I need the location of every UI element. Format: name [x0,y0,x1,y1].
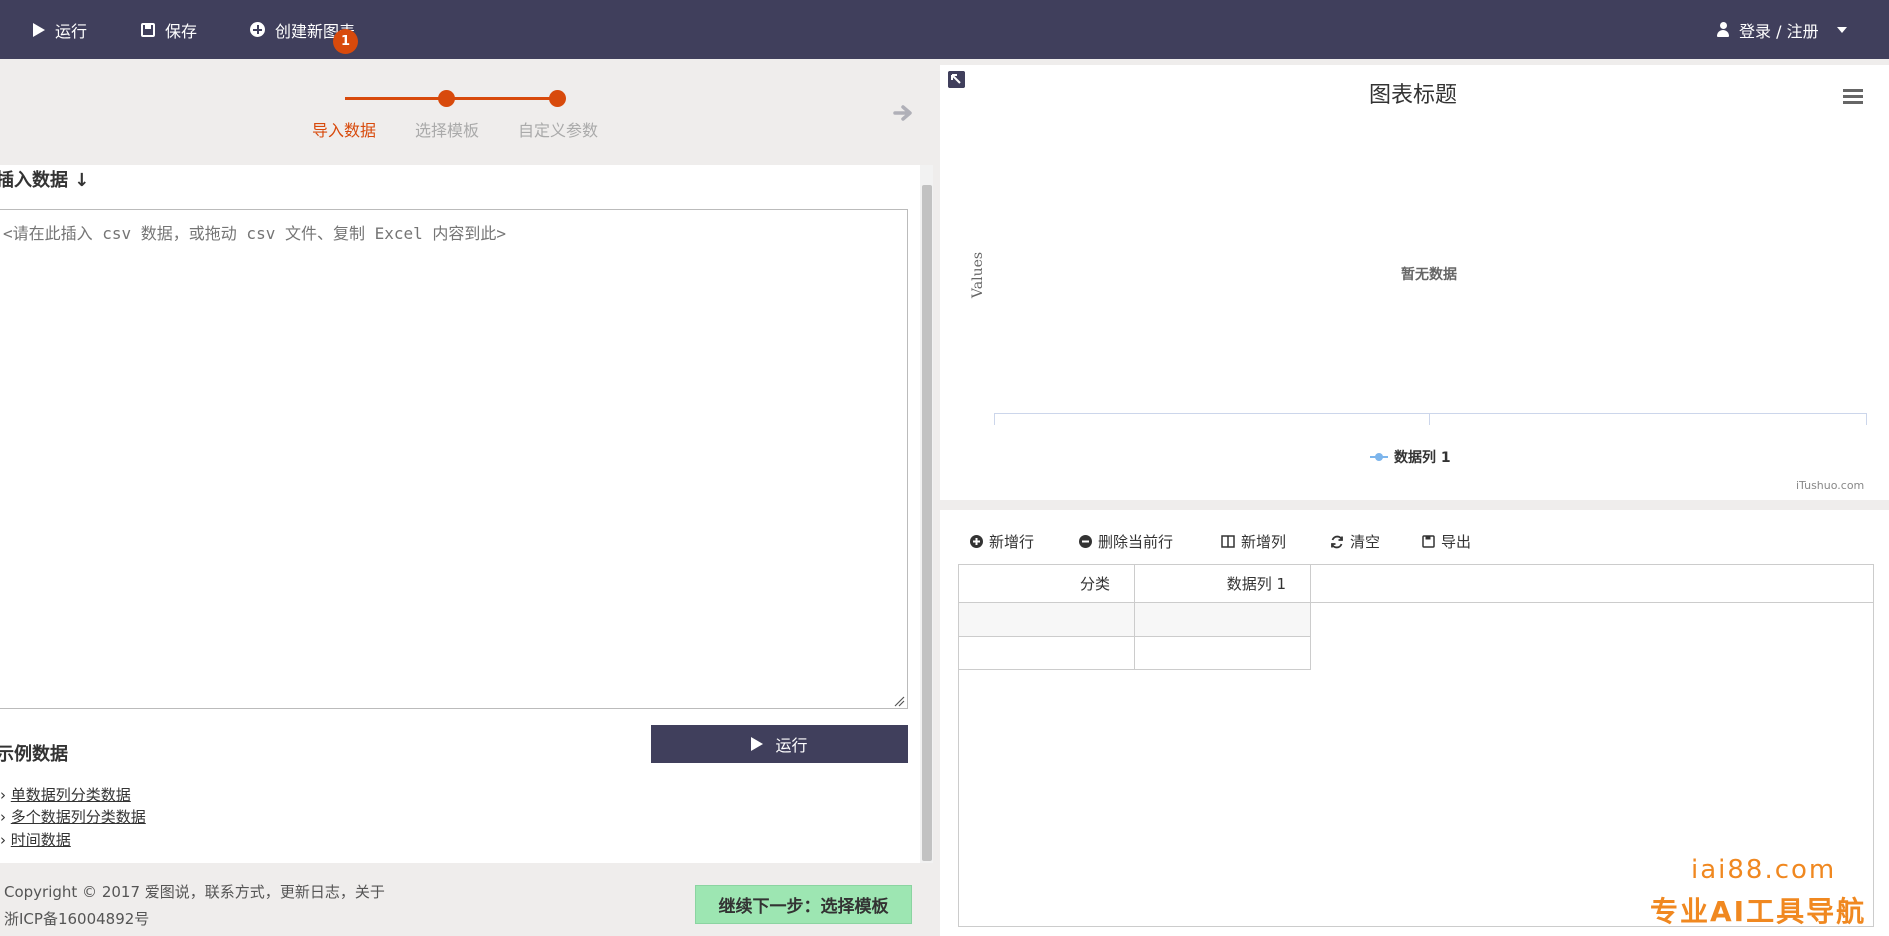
run-menu-label: 运行 [55,21,88,41]
plus-circle-icon [250,22,265,37]
grid-cell[interactable] [1135,603,1311,637]
minus-circle-icon [1079,535,1092,548]
footer-link-about[interactable]: 关于 [355,883,385,901]
import-heading: 插入数据 ↓ [0,170,90,191]
chart-x-axis [994,413,1867,414]
play-icon [33,22,45,37]
chevron-right-icon: › [0,808,11,826]
plus-circle-icon [970,535,983,548]
chart-no-data-message: 暂无数据 [1401,267,1457,283]
samples-heading: 示例数据 [0,744,68,765]
run-menu-button[interactable]: 运行 [33,0,87,59]
scrollbar-thumb[interactable] [922,185,932,861]
chevron-right-icon: › [0,786,11,804]
chart-x-tick [994,413,995,425]
sample-link-single-series[interactable]: › 单数据列分类数据 [0,784,131,805]
grid-cell[interactable] [1135,637,1311,670]
clear-button[interactable]: 清空 [1330,531,1380,552]
sample-link-multi-series[interactable]: › 多个数据列分类数据 [0,806,146,827]
export-button[interactable]: 导出 [1422,531,1471,552]
chart-title[interactable]: 图表标题 [1369,77,1457,109]
chart-legend-item[interactable]: 数据列 1 [1370,447,1451,467]
user-icon [1717,22,1729,37]
add-column-button[interactable]: 新增列 [1221,531,1286,552]
watermark-domain: iai88.com [1691,855,1837,885]
scrollbar[interactable] [920,165,933,863]
step-3-dot[interactable] [549,90,566,107]
grid-header-series-1[interactable]: 数据列 1 [1135,565,1311,603]
footer-icp[interactable]: 浙ICP备16004892号 [4,908,149,929]
step-2-label[interactable]: 选择模板 [415,117,479,141]
grid-cell[interactable] [959,637,1135,670]
next-step-button[interactable]: 继续下一步：选择模板 [695,885,912,924]
save-icon [141,22,155,37]
chart-x-tick [1429,413,1430,425]
step-1-label[interactable]: 导入数据 [312,117,376,141]
top-navbar: 运行 保存 创建新图表 登录 / 注册 [0,0,1889,59]
chevron-right-icon: › [0,831,11,849]
run-button[interactable]: 运行 [651,725,908,763]
login-label: 登录 / 注册 [1739,21,1819,41]
chart-x-tick [1866,413,1867,425]
delete-row-button[interactable]: 删除当前行 [1079,531,1173,552]
play-icon [751,737,764,751]
footer-link-contact[interactable]: 联系方式 [205,883,265,901]
csv-input[interactable] [0,209,908,709]
chart-legend-label: 数据列 1 [1394,450,1451,466]
arrow-right-icon[interactable] [893,103,915,123]
watermark-tagline: 专业AI工具导航 [1650,895,1867,928]
add-row-button[interactable]: 新增行 [970,531,1034,552]
save-menu-button[interactable]: 保存 [141,0,197,59]
grid-header-category[interactable]: 分类 [959,565,1135,603]
run-button-label: 运行 [775,736,808,755]
step-3-label[interactable]: 自定义参数 [518,117,598,141]
grid-cell[interactable] [959,603,1135,637]
sample-link-time-series[interactable]: › 时间数据 [0,829,71,850]
step-2-dot[interactable] [438,90,455,107]
caret-down-icon [1836,26,1847,33]
save-menu-label: 保存 [165,21,198,41]
columns-icon [1221,535,1235,548]
login-dropdown[interactable]: 登录 / 注册 [1717,0,1847,59]
chart-credits[interactable]: iTushuo.com [1796,479,1864,492]
hamburger-menu-icon[interactable] [1843,89,1863,105]
footer-copyright: Copyright © 2017 爱图说，联系方式，更新日志，关于 [4,883,385,901]
chart-y-axis-label: Values [970,251,986,299]
resize-grip-icon[interactable] [893,695,905,707]
save-icon [1422,535,1435,548]
step-1-indicator[interactable]: 1 [333,29,358,54]
expand-icon[interactable] [948,71,965,88]
refresh-icon [1331,535,1343,548]
footer-link-changelog[interactable]: 更新日志 [280,883,340,901]
legend-line-marker-icon [1370,452,1388,462]
